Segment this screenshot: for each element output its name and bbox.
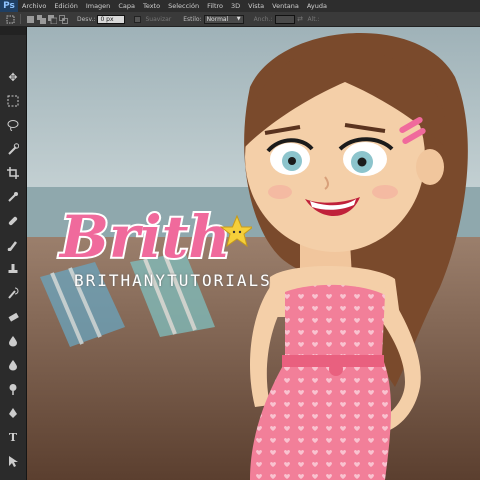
move-icon[interactable]: ✥	[3, 67, 23, 87]
credit-text: BRITHANYTUTORIALS	[74, 271, 272, 290]
subtract-selection-icon[interactable]	[48, 14, 57, 24]
width-label: Anch.:	[253, 15, 273, 23]
eyedropper-icon[interactable]	[3, 187, 23, 207]
photoshop-logo: Ps	[0, 0, 18, 12]
feather-input[interactable]: 0 px	[97, 14, 126, 24]
quick-select-icon[interactable]	[3, 139, 23, 159]
type-icon[interactable]: T	[3, 427, 23, 447]
marquee-icon[interactable]	[3, 91, 23, 111]
cheek-left	[268, 185, 292, 199]
menu-bar: Ps Archivo Edición Imagen Capa Texto Sel…	[0, 0, 480, 12]
gradient-icon[interactable]	[3, 331, 23, 351]
style-label: Estilo:	[183, 15, 202, 23]
bow	[329, 362, 343, 376]
separator	[20, 14, 21, 24]
path-select-icon[interactable]	[3, 451, 23, 471]
crop-icon[interactable]	[3, 163, 23, 183]
logo-text: Brith	[58, 203, 231, 271]
add-selection-icon[interactable]	[37, 14, 46, 24]
antialias-checkbox[interactable]	[133, 15, 142, 24]
history-brush-icon[interactable]	[3, 283, 23, 303]
brush-icon[interactable]	[3, 235, 23, 255]
width-input[interactable]	[274, 14, 295, 24]
ear	[416, 149, 444, 185]
menu-capa[interactable]: Capa	[114, 0, 139, 12]
menu-filtro[interactable]: Filtro	[203, 0, 227, 12]
pen-icon[interactable]	[3, 403, 23, 423]
dodge-icon[interactable]	[3, 379, 23, 399]
feather-label: Desv.:	[77, 15, 96, 23]
menu-archivo[interactable]: Archivo	[18, 0, 50, 12]
eraser-icon[interactable]	[3, 307, 23, 327]
menu-seleccion[interactable]: Selección	[164, 0, 203, 12]
marquee-preset-icon[interactable]	[6, 15, 15, 24]
style-select-value: Normal	[206, 15, 229, 23]
cheek-right	[372, 185, 398, 199]
blur-icon[interactable]	[3, 355, 23, 375]
document-canvas[interactable]: Brith BRITHANYTUTORIALS	[0, 27, 480, 480]
menu-vista[interactable]: Vista	[244, 0, 268, 12]
menu-imagen[interactable]: Imagen	[82, 0, 114, 12]
chevron-down-icon: ▼	[236, 16, 241, 22]
menu-3d[interactable]: 3D	[227, 0, 244, 12]
healing-brush-icon[interactable]	[3, 211, 23, 231]
menu-texto[interactable]: Texto	[139, 0, 164, 12]
new-selection-icon[interactable]	[26, 15, 35, 24]
antialias-label: Suavizar	[145, 15, 172, 23]
menu-ventana[interactable]: Ventana	[268, 0, 303, 12]
clone-stamp-icon[interactable]	[3, 259, 23, 279]
intersect-selection-icon[interactable]	[59, 14, 68, 24]
tools-panel: ✥ T	[0, 27, 27, 480]
options-bar: Desv.: 0 px Suavizar Estilo: Normal ▼ An…	[0, 12, 480, 27]
menu-edicion[interactable]: Edición	[50, 0, 82, 12]
tools-panel-header	[0, 27, 26, 35]
style-select[interactable]: Normal ▼	[203, 14, 244, 24]
swap-icon[interactable]: ⇄	[296, 15, 305, 24]
menu-ayuda[interactable]: Ayuda	[303, 0, 331, 12]
height-label: Alt.:	[307, 15, 320, 23]
lasso-icon[interactable]	[3, 115, 23, 135]
